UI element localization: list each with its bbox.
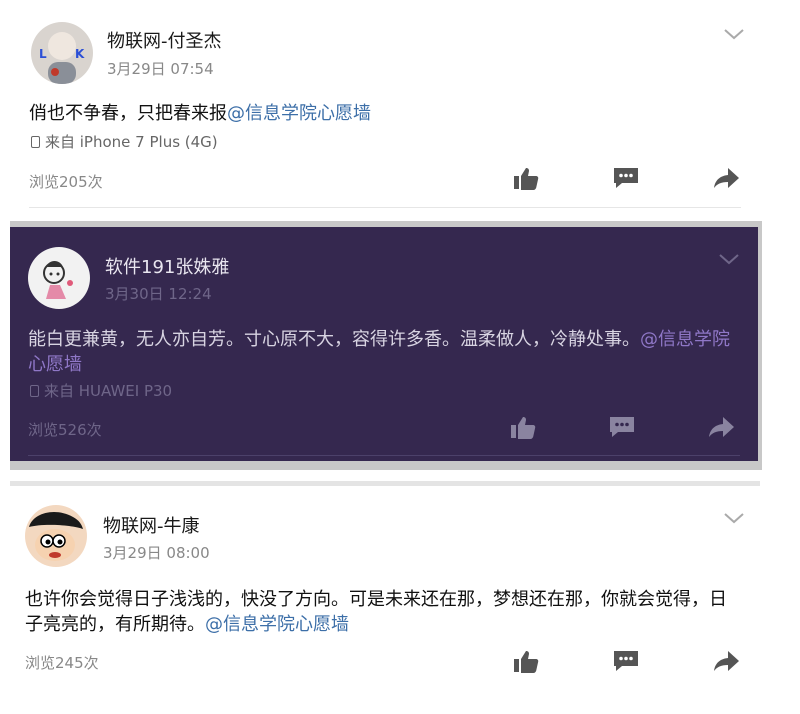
section-divider [10,481,760,486]
comment-icon[interactable] [612,649,640,673]
avatar[interactable] [25,505,87,567]
like-icon[interactable] [509,415,537,439]
post-time: 3月29日 08:00 [103,544,210,562]
author-name[interactable]: 物联网-付圣杰 [107,27,222,53]
post-content: 俏也不争春，只把春来报@信息学院心愿墙 [29,101,749,126]
like-icon[interactable] [512,166,540,190]
avatar[interactable] [28,247,90,309]
post-content: 能白更兼黄，无人亦自芳。寸心原不大，容得许多香。温柔做人，冷静处事。@信息学院心… [28,327,742,377]
phone-icon [31,136,40,148]
post-source: 来自 HUAWEI P30 [30,380,172,401]
mention-link[interactable]: @信息学院心愿墙 [227,103,371,124]
like-icon[interactable] [512,649,540,673]
post-text: 俏也不争春，只把春来报 [29,103,227,124]
post-text: 也许你会觉得日子浅浅的，快没了方向。可是未来还在那，梦想还在那，你就会觉得，日子… [25,589,727,635]
divider [29,207,741,208]
share-icon[interactable] [707,415,735,439]
avatar-image [28,247,90,309]
post-card: 物联网-牛康 3月29日 08:00 也许你会觉得日子浅浅的，快没了方向。可是未… [0,490,800,714]
author-name[interactable]: 物联网-牛康 [103,512,200,538]
chevron-down-icon[interactable] [717,251,741,267]
post-source: 来自 iPhone 7 Plus (4G) [31,131,218,152]
avatar-image: L K [31,22,93,84]
post-text: 能白更兼黄，无人亦自芳。寸心原不大，容得许多香。温柔做人，冷静处事。 [28,329,640,350]
post-panel: 软件191张姝雅 3月30日 12:24 能白更兼黄，无人亦自芳。寸心原不大，容… [10,227,758,461]
share-icon[interactable] [712,649,740,673]
view-count: 浏览245次 [25,654,99,672]
share-icon[interactable] [712,166,740,190]
mention-link[interactable]: @信息学院心愿墙 [205,614,349,635]
chevron-down-icon[interactable] [722,510,746,526]
source-text: 来自 iPhone 7 Plus (4G) [45,133,218,151]
post-time: 3月29日 07:54 [107,60,214,78]
avatar-image [25,505,87,567]
phone-icon [30,385,39,397]
svg-text:K: K [75,47,85,61]
post-content: 也许你会觉得日子浅浅的，快没了方向。可是未来还在那，梦想还在那，你就会觉得，日子… [25,587,739,637]
post-card: L K 物联网-付圣杰 3月29日 07:54 俏也不争春，只把春来报@信息学院… [0,0,800,215]
avatar[interactable]: L K [31,22,93,84]
post-card-highlighted: 软件191张姝雅 3月30日 12:24 能白更兼黄，无人亦自芳。寸心原不大，容… [10,221,762,470]
divider [28,455,740,456]
comment-icon[interactable] [612,166,640,190]
view-count: 浏览526次 [28,421,102,439]
source-text: 来自 HUAWEI P30 [44,382,173,400]
view-count: 浏览205次 [29,173,103,191]
chevron-down-icon[interactable] [722,26,746,42]
comment-icon[interactable] [608,415,636,439]
post-time: 3月30日 12:24 [105,285,212,303]
author-name[interactable]: 软件191张姝雅 [105,253,229,279]
svg-text:L: L [39,47,47,61]
